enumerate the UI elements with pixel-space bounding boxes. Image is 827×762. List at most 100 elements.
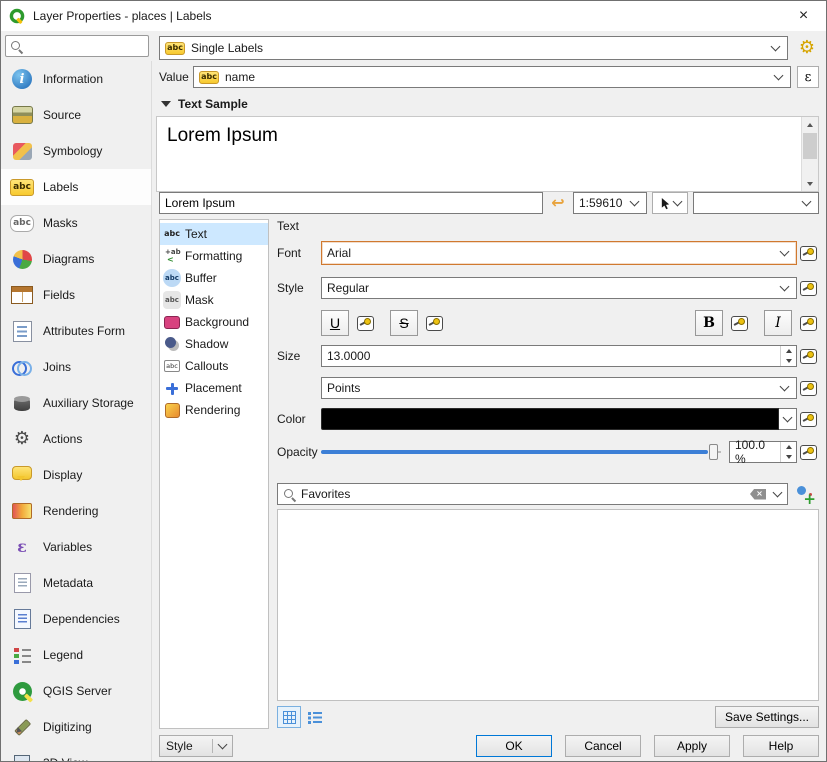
font-family-combo[interactable]: Arial bbox=[321, 241, 797, 265]
close-button[interactable]: × bbox=[781, 1, 826, 31]
opacity-slider[interactable] bbox=[321, 441, 721, 463]
sidebar-item-label: Variables bbox=[43, 540, 92, 554]
expression-builder-button[interactable]: ε bbox=[797, 66, 819, 88]
tab-formatting[interactable]: Formatting bbox=[160, 245, 268, 267]
sidebar-item-dependencies[interactable]: Dependencies bbox=[1, 601, 151, 637]
labeling-mode-row: abc Single Labels ⚙ bbox=[159, 36, 819, 60]
sidebar-item-label: Attributes Form bbox=[43, 324, 125, 338]
style-menu-button[interactable]: Style bbox=[159, 735, 233, 757]
font-family-value: Arial bbox=[327, 246, 351, 260]
sidebar-item-labels[interactable]: Labels bbox=[1, 169, 151, 205]
icon-view-button[interactable] bbox=[277, 706, 301, 728]
strikethrough-data-defined-override-button[interactable] bbox=[423, 312, 445, 334]
sidebar-item-qgis-server[interactable]: QGIS Server bbox=[1, 673, 151, 709]
digitizing-icon bbox=[10, 715, 34, 739]
sidebar-item-display[interactable]: Display bbox=[1, 457, 151, 493]
sidebar-item-fields[interactable]: Fields bbox=[1, 277, 151, 313]
apply-button[interactable]: Apply bbox=[654, 735, 730, 757]
panel-bottom-bar: Save Settings... bbox=[277, 705, 819, 729]
sidebar-item-information[interactable]: Information bbox=[1, 61, 151, 97]
style-data-defined-override-button[interactable] bbox=[797, 277, 819, 299]
reset-sample-button[interactable]: ↩ bbox=[548, 192, 568, 214]
unit-data-defined-override-button[interactable] bbox=[797, 377, 819, 399]
sample-text-input[interactable] bbox=[159, 192, 543, 214]
tab-shadow[interactable]: Shadow bbox=[160, 333, 268, 355]
color-swatch[interactable] bbox=[321, 408, 779, 430]
button-separator bbox=[212, 739, 213, 753]
set-scale-from-map-button[interactable] bbox=[652, 192, 688, 214]
placement-icon bbox=[163, 379, 181, 397]
automated-placement-settings-button[interactable]: ⚙ bbox=[795, 36, 819, 60]
sidebar-item-symbology[interactable]: Symbology bbox=[1, 133, 151, 169]
spin-buttons[interactable] bbox=[780, 346, 796, 366]
labels-icon bbox=[10, 175, 34, 199]
save-settings-button[interactable]: Save Settings... bbox=[715, 706, 819, 728]
clear-filter-icon[interactable]: × bbox=[750, 489, 766, 500]
preview-scale-combo[interactable]: 1:59610 bbox=[573, 192, 647, 214]
tab-text[interactable]: Text bbox=[160, 223, 268, 245]
sidebar-item-variables[interactable]: Variables bbox=[1, 529, 151, 565]
sidebar-item-3d-view[interactable]: 3D View bbox=[1, 745, 151, 761]
scrollbar-thumb[interactable] bbox=[803, 133, 817, 159]
italic-button[interactable]: I bbox=[764, 310, 792, 336]
style-filter-value: Favorites bbox=[301, 487, 350, 501]
tab-buffer[interactable]: Buffer bbox=[160, 267, 268, 289]
style-previews-area[interactable] bbox=[277, 509, 819, 701]
sidebar-item-label: Fields bbox=[43, 288, 75, 302]
font-data-defined-override-button[interactable] bbox=[797, 242, 819, 264]
sample-scrollbar[interactable] bbox=[801, 117, 818, 191]
size-unit-combo[interactable]: Points bbox=[321, 377, 797, 399]
spin-buttons[interactable] bbox=[780, 442, 796, 462]
sidebar-item-digitizing[interactable]: Digitizing bbox=[1, 709, 151, 745]
tab-label: Shadow bbox=[185, 337, 228, 351]
data-defined-override-icon bbox=[800, 445, 817, 460]
cancel-button[interactable]: Cancel bbox=[565, 735, 641, 757]
sidebar-item-metadata[interactable]: Metadata bbox=[1, 565, 151, 601]
ok-button[interactable]: OK bbox=[476, 735, 552, 757]
color-dropdown-button[interactable] bbox=[779, 408, 797, 430]
font-size-spinbox[interactable]: 13.0000 bbox=[321, 345, 797, 367]
help-button[interactable]: Help bbox=[743, 735, 819, 757]
sidebar-item-attributes-form[interactable]: Attributes Form bbox=[1, 313, 151, 349]
font-color-button[interactable] bbox=[321, 408, 797, 430]
properties-search-input[interactable] bbox=[24, 39, 145, 53]
tab-background[interactable]: Background bbox=[160, 311, 268, 333]
tab-rendering[interactable]: Rendering bbox=[160, 399, 268, 421]
preview-background-combo[interactable] bbox=[693, 192, 819, 214]
sidebar-item-source[interactable]: Source bbox=[1, 97, 151, 133]
opacity-data-defined-override-button[interactable] bbox=[797, 441, 819, 463]
text-sample-header[interactable]: Text Sample bbox=[161, 96, 248, 112]
size-data-defined-override-button[interactable] bbox=[797, 345, 819, 367]
tab-placement[interactable]: Placement bbox=[160, 377, 268, 399]
data-defined-override-icon bbox=[426, 316, 443, 331]
sidebar-item-legend[interactable]: Legend bbox=[1, 637, 151, 673]
slider-handle[interactable] bbox=[709, 444, 718, 460]
sidebar-item-label: QGIS Server bbox=[43, 684, 112, 698]
sidebar-item-auxiliary-storage[interactable]: Auxiliary Storage bbox=[1, 385, 151, 421]
sidebar-item-masks[interactable]: Masks bbox=[1, 205, 151, 241]
value-field-combo[interactable]: abc name bbox=[193, 66, 791, 88]
sidebar-item-diagrams[interactable]: Diagrams bbox=[1, 241, 151, 277]
sidebar-item-joins[interactable]: Joins bbox=[1, 349, 151, 385]
style-manager-button[interactable] bbox=[793, 482, 819, 506]
opacity-spinbox[interactable]: 100.0 % bbox=[729, 441, 797, 463]
strikethrough-button[interactable]: S bbox=[390, 310, 418, 336]
information-icon bbox=[10, 67, 34, 91]
color-data-defined-override-button[interactable] bbox=[797, 408, 819, 430]
list-view-button[interactable] bbox=[303, 706, 327, 728]
underline-button[interactable]: U bbox=[321, 310, 349, 336]
labeling-mode-combo[interactable]: abc Single Labels bbox=[159, 36, 788, 60]
scroll-up-button[interactable] bbox=[802, 117, 818, 132]
italic-data-defined-override-button[interactable] bbox=[797, 312, 819, 334]
font-style-combo[interactable]: Regular bbox=[321, 277, 797, 299]
bold-button[interactable]: B bbox=[695, 310, 723, 336]
bold-data-defined-override-button[interactable] bbox=[728, 312, 750, 334]
tab-callouts[interactable]: Callouts bbox=[160, 355, 268, 377]
sidebar-item-actions[interactable]: Actions bbox=[1, 421, 151, 457]
underline-data-defined-override-button[interactable] bbox=[354, 312, 376, 334]
properties-search[interactable] bbox=[5, 35, 149, 57]
style-filter-combo[interactable]: Favorites × bbox=[277, 483, 788, 505]
scroll-down-button[interactable] bbox=[802, 176, 818, 191]
tab-mask[interactable]: Mask bbox=[160, 289, 268, 311]
sidebar-item-rendering[interactable]: Rendering bbox=[1, 493, 151, 529]
